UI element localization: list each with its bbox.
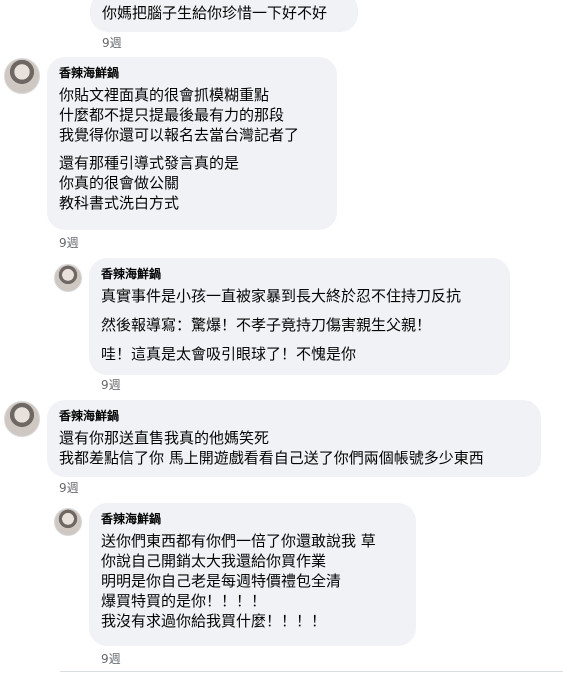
comment-text: 我都差點信了你 馬上開遊戲看看自己送了你們兩個帳號多少東西 [59,449,484,467]
comment-bubble: 香辣海鮮鍋 你貼文裡面真的很會抓模糊重點 什麼都不提只提最後最有力的那段 我覺得… [47,57,337,230]
comment-thread: { "comments": [ { "author": "", "lines":… [0,0,563,674]
comment-text: 還有你那送直售我真的他媽笑死 [59,429,270,447]
comment-text: 你貼文裡面真的很會抓模糊重點 [59,86,270,104]
avatar[interactable] [54,508,82,536]
comment-timestamp[interactable]: 9週 [59,236,79,250]
comment-timestamp[interactable]: 9週 [59,481,79,495]
comment-text: 爆買特買的是你！！！！ [101,592,267,610]
comment-text: 真實事件是小孩一直被家暴到長大終於忍不住持刀反抗 [101,287,462,305]
comment-text: 我覺得你還可以報名去當台灣記者了 [59,126,300,144]
comment-timestamp[interactable]: 9週 [102,36,122,50]
comment-author[interactable]: 香辣海鮮鍋 [101,266,498,282]
comment-author[interactable]: 香辣海鮮鍋 [59,65,325,81]
comment-text: 我沒有求過你給我買什麼！！！！ [101,612,327,630]
comment-timestamp[interactable]: 9週 [101,652,121,666]
comment-text: 什麼都不提只提最後最有力的那段 [59,106,285,124]
comment-text: 你真的很會做公關 [59,174,180,192]
avatar[interactable] [4,401,40,437]
avatar[interactable] [54,264,82,292]
comment-text: 教科書式洗白方式 [59,194,180,212]
comment-text: 然後報導寫：驚爆！不孝子竟持刀傷害親生父親！ [101,316,432,334]
comment-author[interactable]: 香辣海鮮鍋 [59,408,529,424]
comment-text: 明明是你自己老是每週特價禮包全清 [101,572,342,590]
comment-text: 送你們東西都有你們一倍了你還敢說我 草 [101,532,376,550]
comment-bubble: 你媽把腦子生給你珍惜一下好不好 [90,0,358,32]
comment-text: 哇！這真是太會吸引眼球了！不愧是你 [101,345,357,363]
comment-bubble: 香辣海鮮鍋 送你們東西都有你們一倍了你還敢說我 草 你說自己開銷太大我還給你買作… [89,503,416,646]
avatar[interactable] [4,58,40,94]
comment-bubble: 香辣海鮮鍋 還有你那送直售我真的他媽笑死 我都差點信了你 馬上開遊戲看看自己送了… [47,400,541,477]
comment-author[interactable]: 香辣海鮮鍋 [101,511,404,527]
divider [60,671,563,672]
comment-text: 還有那種引導式發言真的是 [59,154,240,172]
comment-timestamp[interactable]: 9週 [101,378,121,392]
comment-text: 你媽把腦子生給你珍惜一下好不好 [102,4,328,22]
comment-bubble: 香辣海鮮鍋 真實事件是小孩一直被家暴到長大終於忍不住持刀反抗 然後報導寫：驚爆！… [89,258,510,375]
comment-text: 你說自己開銷太大我還給你買作業 [101,552,327,570]
